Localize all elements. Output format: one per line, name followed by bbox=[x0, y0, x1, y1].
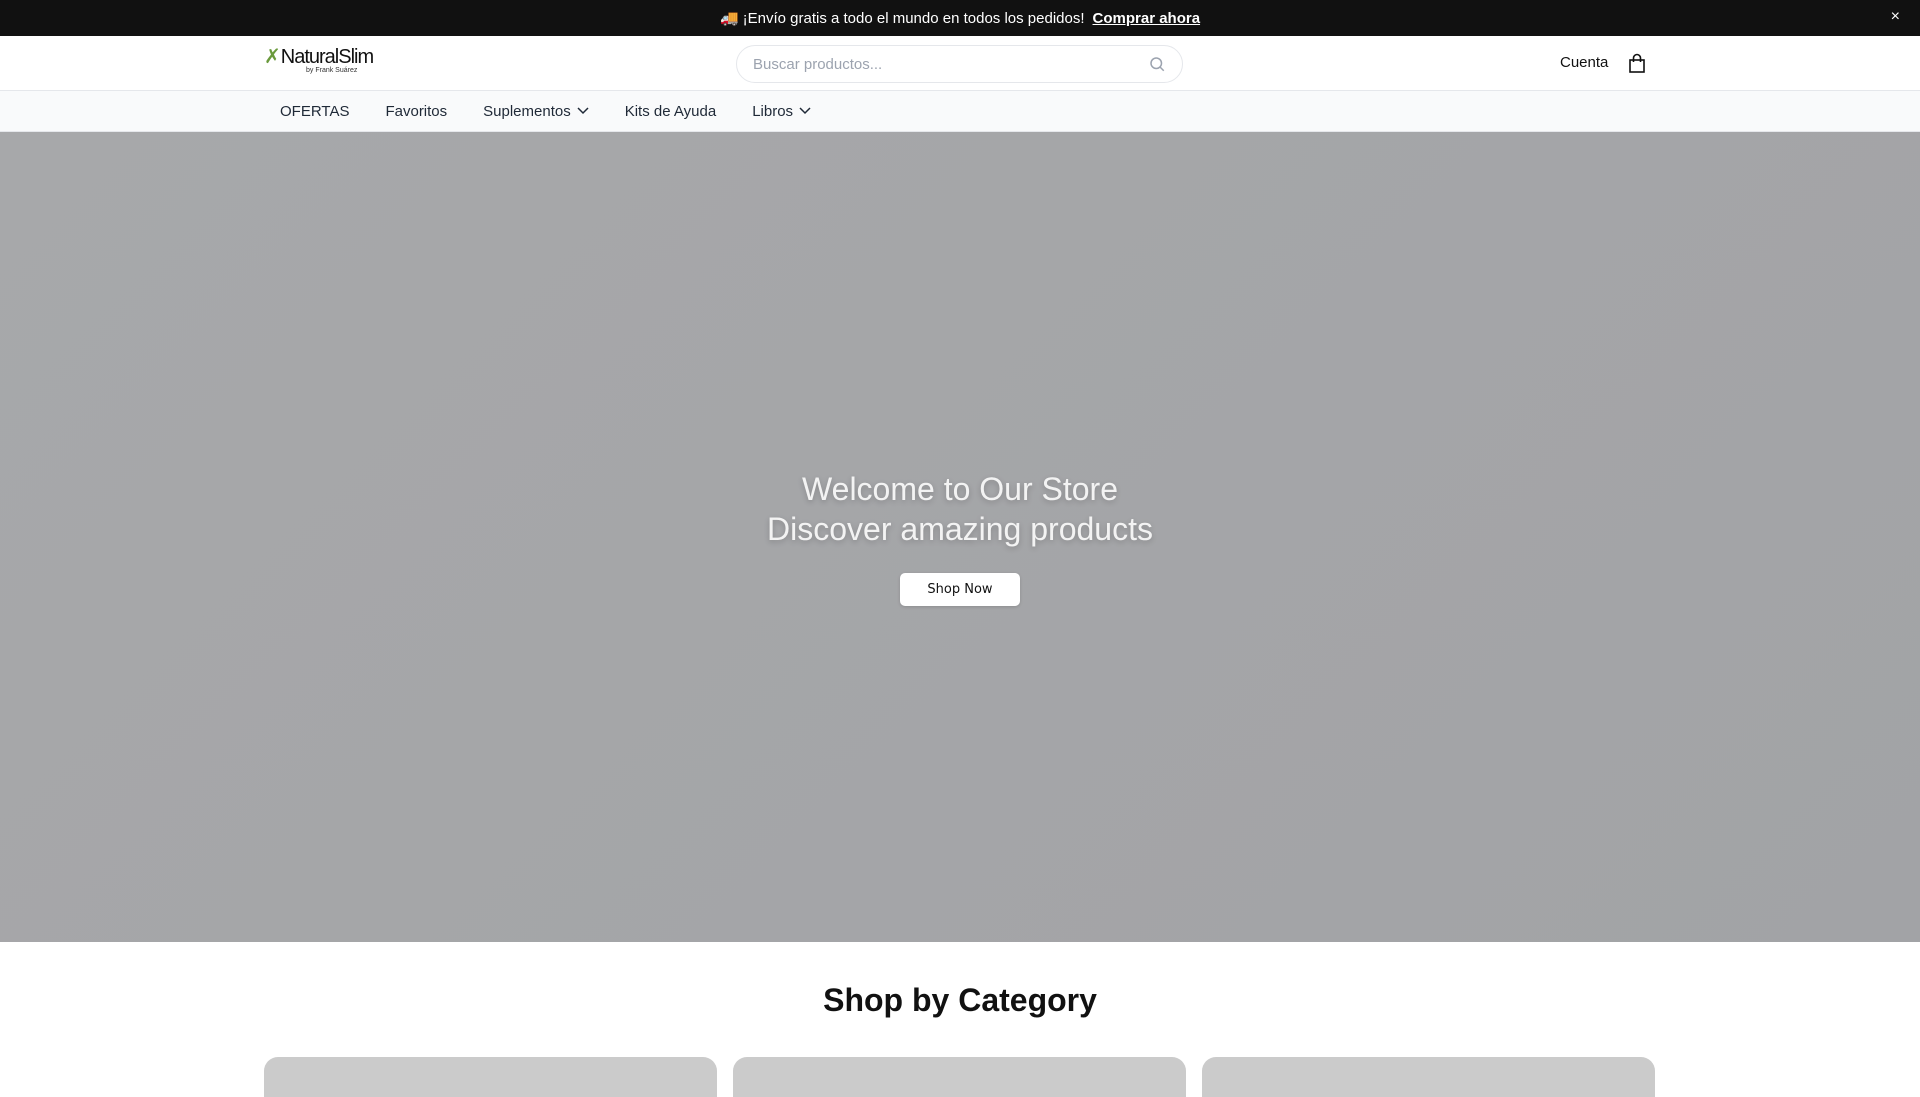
hero-line-2: Discover amazing products bbox=[767, 510, 1153, 547]
search-bar bbox=[736, 45, 1183, 83]
nav-item-suplementos[interactable]: Suplementos bbox=[483, 103, 589, 120]
hero-line-1: Welcome to Our Store bbox=[802, 470, 1118, 507]
close-icon[interactable]: × bbox=[1891, 8, 1900, 26]
announcement-text: ¡Envío gratis a todo el mundo en todos l… bbox=[742, 9, 1085, 27]
chevron-down-icon bbox=[577, 107, 589, 115]
logo[interactable]: ✗ NaturalSlim by Frank Suárez bbox=[264, 46, 374, 74]
logo-figure-icon: ✗ bbox=[264, 46, 281, 68]
truck-icon: 🚚 bbox=[719, 10, 739, 27]
nav-item-favoritos[interactable]: Favoritos bbox=[385, 103, 447, 120]
header: ✗ NaturalSlim by Frank Suárez Cuenta bbox=[0, 36, 1920, 91]
main-nav: OFERTAS Favoritos Suplementos Kits de Ay… bbox=[0, 91, 1920, 132]
nav-item-libros[interactable]: Libros bbox=[752, 103, 811, 120]
section-title: Shop by Category bbox=[823, 982, 1097, 1018]
announcement-bar: 🚚 ¡Envío gratis a todo el mundo en todos… bbox=[0, 0, 1920, 36]
category-card[interactable] bbox=[733, 1057, 1186, 1097]
nav-label: Kits de Ayuda bbox=[624, 102, 717, 120]
nav-label: Favoritos bbox=[385, 102, 448, 120]
logo-subtitle: by Frank Suárez bbox=[306, 67, 358, 74]
nav-label: OFERTAS bbox=[280, 102, 350, 120]
shop-now-link[interactable]: Comprar ahora bbox=[1093, 10, 1201, 27]
category-section: Shop by Category bbox=[0, 942, 1920, 1097]
category-card[interactable] bbox=[264, 1057, 717, 1097]
nav-label: Suplementos bbox=[483, 102, 571, 120]
search-icon[interactable] bbox=[1148, 55, 1166, 73]
category-card[interactable] bbox=[1202, 1057, 1655, 1097]
search-input[interactable] bbox=[753, 55, 1148, 73]
nav-item-kits[interactable]: Kits de Ayuda bbox=[625, 103, 716, 120]
account-link[interactable]: Cuenta bbox=[1560, 54, 1608, 71]
hero-heading: Welcome to Our Store Discover amazing pro… bbox=[767, 469, 1153, 549]
shopping-bag-icon[interactable] bbox=[1628, 53, 1646, 73]
nav-item-ofertas[interactable]: OFERTAS bbox=[280, 103, 349, 120]
shop-now-button[interactable]: Shop Now bbox=[900, 572, 1020, 606]
nav-label: Libros bbox=[752, 102, 794, 120]
logo-text: NaturalSlim bbox=[280, 46, 374, 68]
hero-banner: Welcome to Our Store Discover amazing pro… bbox=[0, 132, 1920, 942]
chevron-down-icon bbox=[799, 107, 811, 115]
